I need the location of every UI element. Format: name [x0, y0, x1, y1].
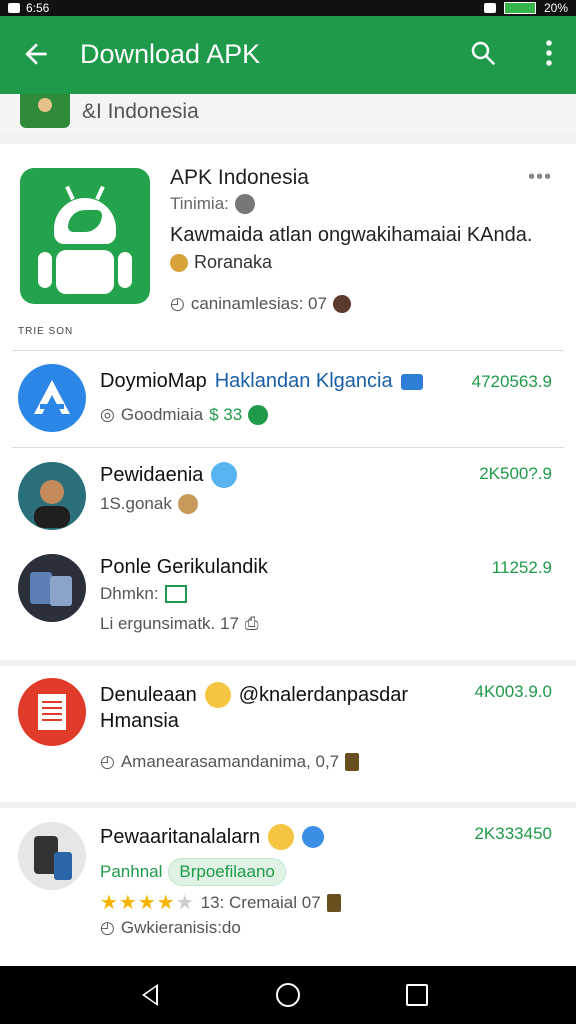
- app-subtitle: 1S.gonak: [100, 494, 198, 514]
- rating-stars: ★★★★★: [100, 892, 195, 914]
- app-title-line2: Hmansia: [100, 710, 179, 732]
- notification-icon: [8, 3, 20, 13]
- featured-app-description: Kawmaida atlan ongwakihamaiai KAnda.: [170, 224, 533, 246]
- clock-icon: ◴: [100, 918, 115, 937]
- nav-recents-icon[interactable]: [406, 984, 428, 1006]
- phone-in-hand-thumbnail: [18, 822, 86, 890]
- user-face-icon: [332, 295, 351, 313]
- battery-percent: 20%: [543, 1, 568, 15]
- person-avatar[interactable]: [18, 462, 86, 530]
- app-title-part: @knalerdanpasdar: [238, 683, 409, 706]
- search-small-icon: ◎: [100, 405, 115, 424]
- developer-name: Roranaka: [194, 252, 273, 272]
- category-text: Panhnal: [100, 862, 163, 881]
- back-arrow-icon[interactable]: [20, 38, 52, 70]
- download-count: 4K003.9.0: [474, 682, 552, 701]
- subtitle-text: Li ergunsimatk. 17: [100, 614, 239, 633]
- smile-emoji-icon: [204, 682, 231, 708]
- subtitle-text: Gwkieranisis:do: [120, 918, 241, 937]
- app-bar: Download APK: [0, 16, 576, 94]
- developer-icon: [170, 253, 188, 272]
- app-title-highlight: Haklandan Klgancia: [214, 370, 393, 392]
- more-vert-icon[interactable]: [542, 38, 556, 68]
- meta-line: ◴ caninamlesias: 07: [170, 294, 351, 314]
- nav-home-icon[interactable]: [276, 983, 300, 1007]
- category-label: &I Indonesia: [82, 100, 199, 123]
- overflow-menu-icon[interactable]: •••: [528, 166, 552, 189]
- android-app-icon: [20, 168, 150, 304]
- app-subtitle: ◎ Goodmiaia $ 33: [100, 405, 269, 425]
- app-list-card[interactable]: Pewaaritanalalarn Panhnal Brpoefilaano ★…: [0, 808, 576, 966]
- subtitle-text: 1S.gonak: [100, 494, 172, 513]
- download-count: 2K333450: [474, 824, 552, 843]
- verified-icon: [302, 826, 325, 848]
- download-count: 2K500?.9: [479, 464, 552, 483]
- app-title[interactable]: Pewidaenia: [100, 462, 238, 488]
- robot-head: [54, 185, 116, 244]
- meta-text: caninamlesias: 07: [190, 294, 327, 313]
- featured-app-card[interactable]: APK Indonesia ••• Tinimia: Kawmaida atla…: [0, 144, 576, 350]
- app-list-card[interactable]: Denuleaan @knalerdanpasdar Hmansia ◴ Ama…: [0, 666, 576, 802]
- rating-text: 13: Cremaial 07: [200, 892, 321, 912]
- app-title-text: Pewidaenia: [100, 463, 204, 486]
- bag-icon: ⎙: [244, 614, 259, 633]
- app-subtitle-2: Li ergunsimatk. 17 ⎙: [100, 614, 259, 634]
- robot-body: [56, 250, 114, 294]
- battery-icon: [503, 2, 536, 14]
- download-count: 11252.9: [491, 558, 552, 577]
- featured-app-title: APK Indonesia: [170, 166, 309, 189]
- app-title-part: Denuleaan: [100, 683, 197, 706]
- tag-icon: [164, 585, 187, 603]
- app-subtitle-2: ◴ Gwkieranisis:do: [100, 918, 241, 938]
- document-app-icon: [18, 678, 86, 746]
- category-pill[interactable]: Brpoefilaano: [168, 858, 286, 886]
- developer-line[interactable]: Roranaka: [170, 252, 272, 273]
- app-list-card: DoymioMap Haklandan Klgancia ◎ Goodmiaia $…: [0, 350, 576, 660]
- wifi-icon: [483, 3, 496, 13]
- subtitle-text: Goodmiaia: [120, 405, 204, 424]
- subtitle-text: Amanearasamandanima, 0,7: [120, 752, 340, 771]
- subtitle-text: Tinimia:: [170, 194, 229, 213]
- system-nav-bar: [0, 966, 576, 1024]
- download-count: 4720563.9: [471, 372, 552, 391]
- subtitle-text: Dhmkn:: [100, 584, 159, 603]
- ad-badge-icon: [400, 373, 423, 390]
- app-title[interactable]: DoymioMap Haklandan Klgancia: [100, 370, 423, 393]
- app-subtitle: ◴ Amanearasamandanima, 0,7: [100, 752, 360, 772]
- tears-emoji-icon: [211, 462, 238, 488]
- app-subtitle: Dhmkn:: [100, 584, 187, 604]
- nav-back-icon[interactable]: [142, 984, 158, 1006]
- search-icon[interactable]: [468, 38, 498, 68]
- smirk-emoji-icon: [268, 824, 295, 850]
- phones-thumbnail[interactable]: [18, 554, 86, 622]
- category-thumbnail: [20, 94, 70, 128]
- divider: [12, 447, 564, 448]
- clock-icon: ◴: [100, 752, 115, 771]
- status-time: 6:56: [26, 1, 50, 15]
- thinking-emoji-icon: [177, 494, 198, 514]
- info-badge-icon: [234, 194, 255, 214]
- lock-icon: [326, 893, 341, 912]
- lock-icon: [345, 753, 360, 771]
- app-title[interactable]: Ponle Gerikulandik: [100, 556, 268, 579]
- app-store-icon[interactable]: [18, 364, 86, 432]
- page-title: Download APK: [80, 39, 261, 69]
- clock-icon: ◴: [170, 294, 185, 313]
- caption-text: TRIE SON: [18, 326, 74, 337]
- status-bar: 6:56 20%: [0, 0, 576, 16]
- rating-line: ★★★★★ 13: Cremaial 07: [100, 890, 341, 915]
- app-title-text: Pewaaritanalalarn: [100, 825, 261, 848]
- featured-app-subtitle: Tinimia:: [170, 194, 255, 214]
- dollar-icon: [248, 405, 269, 425]
- app-subtitle: Panhnal Brpoefilaano: [100, 858, 286, 886]
- app-title-part: DoymioMap: [100, 370, 207, 392]
- divider: [12, 350, 564, 351]
- category-breadcrumb[interactable]: &I Indonesia: [0, 94, 576, 134]
- app-title: Pewaaritanalalarn: [100, 824, 325, 850]
- app-title: Denuleaan @knalerdanpasdar: [100, 682, 408, 708]
- leaf-icon: [68, 210, 102, 232]
- price-text: $ 33: [209, 405, 243, 424]
